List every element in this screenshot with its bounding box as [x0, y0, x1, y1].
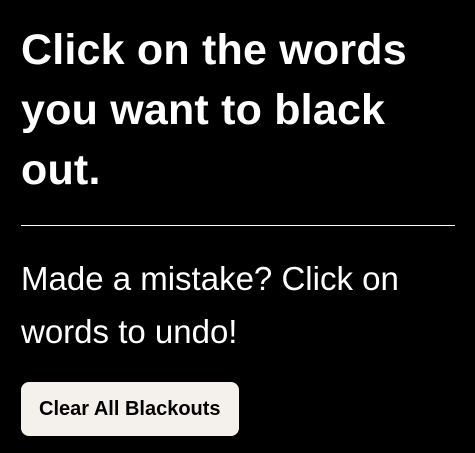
instructions-heading: Click on the words you want to black out… [21, 26, 407, 194]
undo-hint: Made a mistake? Click on words to undo! [21, 260, 399, 350]
clear-all-blackouts-button[interactable]: Clear All Blackouts [21, 382, 239, 436]
divider [21, 225, 455, 226]
instructions-panel: Click on the words you want to black out… [0, 0, 475, 453]
